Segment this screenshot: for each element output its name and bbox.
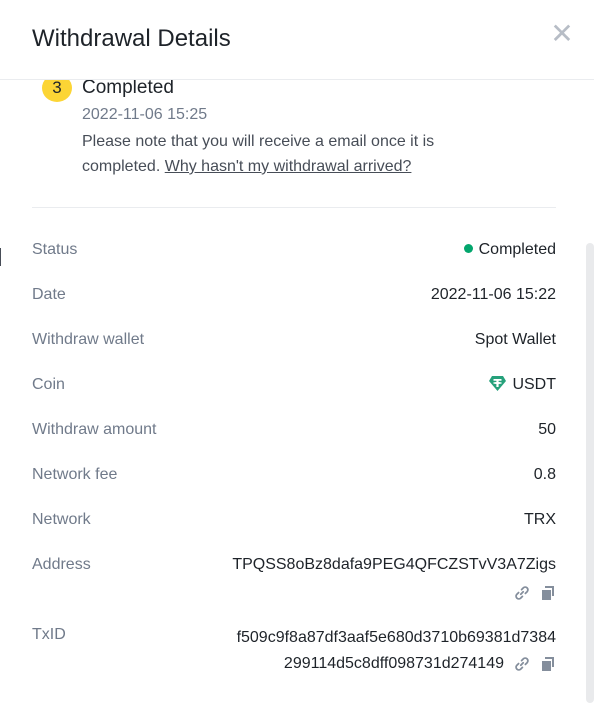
coin-label: Coin [32,376,65,393]
backdrop-edge-mark [0,248,1,266]
tether-icon [489,376,507,391]
wallet-value: Spot Wallet [474,331,556,348]
date-value: 2022-11-06 15:22 [430,286,556,303]
coin-text: USDT [512,376,556,393]
txid-line-2: 299114d5c8dff098731d274149 [283,655,504,672]
status-label: Status [32,241,78,258]
dialog-header: Withdrawal Details ✕ [0,0,594,80]
wallet-label: Withdraw wallet [32,331,145,348]
fee-value: 0.8 [533,466,556,483]
withdrawal-details-dialog: 3 Completed 2022-11-06 15:25 Please note… [0,0,594,709]
status-value: Completed [463,241,556,259]
divider [32,207,556,208]
txid-row: TxID f509c9f8a87df3aaf5e680d3710b69381d7… [32,626,556,682]
step-title: Completed [82,77,174,98]
close-icon[interactable]: ✕ [550,20,574,48]
txid-copy-icon[interactable] [540,656,556,672]
address-row: Address TPQSS8oBz8dafa9PEG4QFCZSTvV3A7Zi… [32,556,556,606]
status-dot-icon [463,244,473,253]
scrollbar[interactable] [586,243,594,703]
address-copy-icon[interactable] [540,585,556,601]
txid-link-icon[interactable] [514,656,530,672]
address-actions [504,584,556,602]
dialog-title: Withdrawal Details [32,25,231,52]
txid-line-2-wrap: 299114d5c8dff098731d274149 [237,651,556,677]
fee-label: Network fee [32,466,118,483]
txid-label: TxID [32,626,66,643]
address-link-icon[interactable] [514,585,530,601]
txid-line-1: f509c9f8a87df3aaf5e680d3710b69381d7384 [236,629,556,646]
network-value: TRX [524,511,556,528]
amount-label: Withdraw amount [32,421,157,438]
address-value: TPQSS8oBz8dafa9PEG4QFCZSTvV3A7Zigs [232,556,556,573]
backdrop-edge [0,0,2,709]
status-text: Completed [478,241,556,258]
coin-value: USDT [489,376,556,394]
step-note: Please note that you will receive a emai… [82,129,512,179]
address-label: Address [32,556,91,573]
why-not-arrived-link[interactable]: Why hasn't my withdrawal arrived? [165,158,412,175]
txid-value: f509c9f8a87df3aaf5e680d3710b69381d7384 2… [237,625,556,677]
date-label: Date [32,286,66,303]
step-time: 2022-11-06 15:25 [82,106,208,123]
network-label: Network [32,511,91,528]
amount-value: 50 [538,421,556,438]
